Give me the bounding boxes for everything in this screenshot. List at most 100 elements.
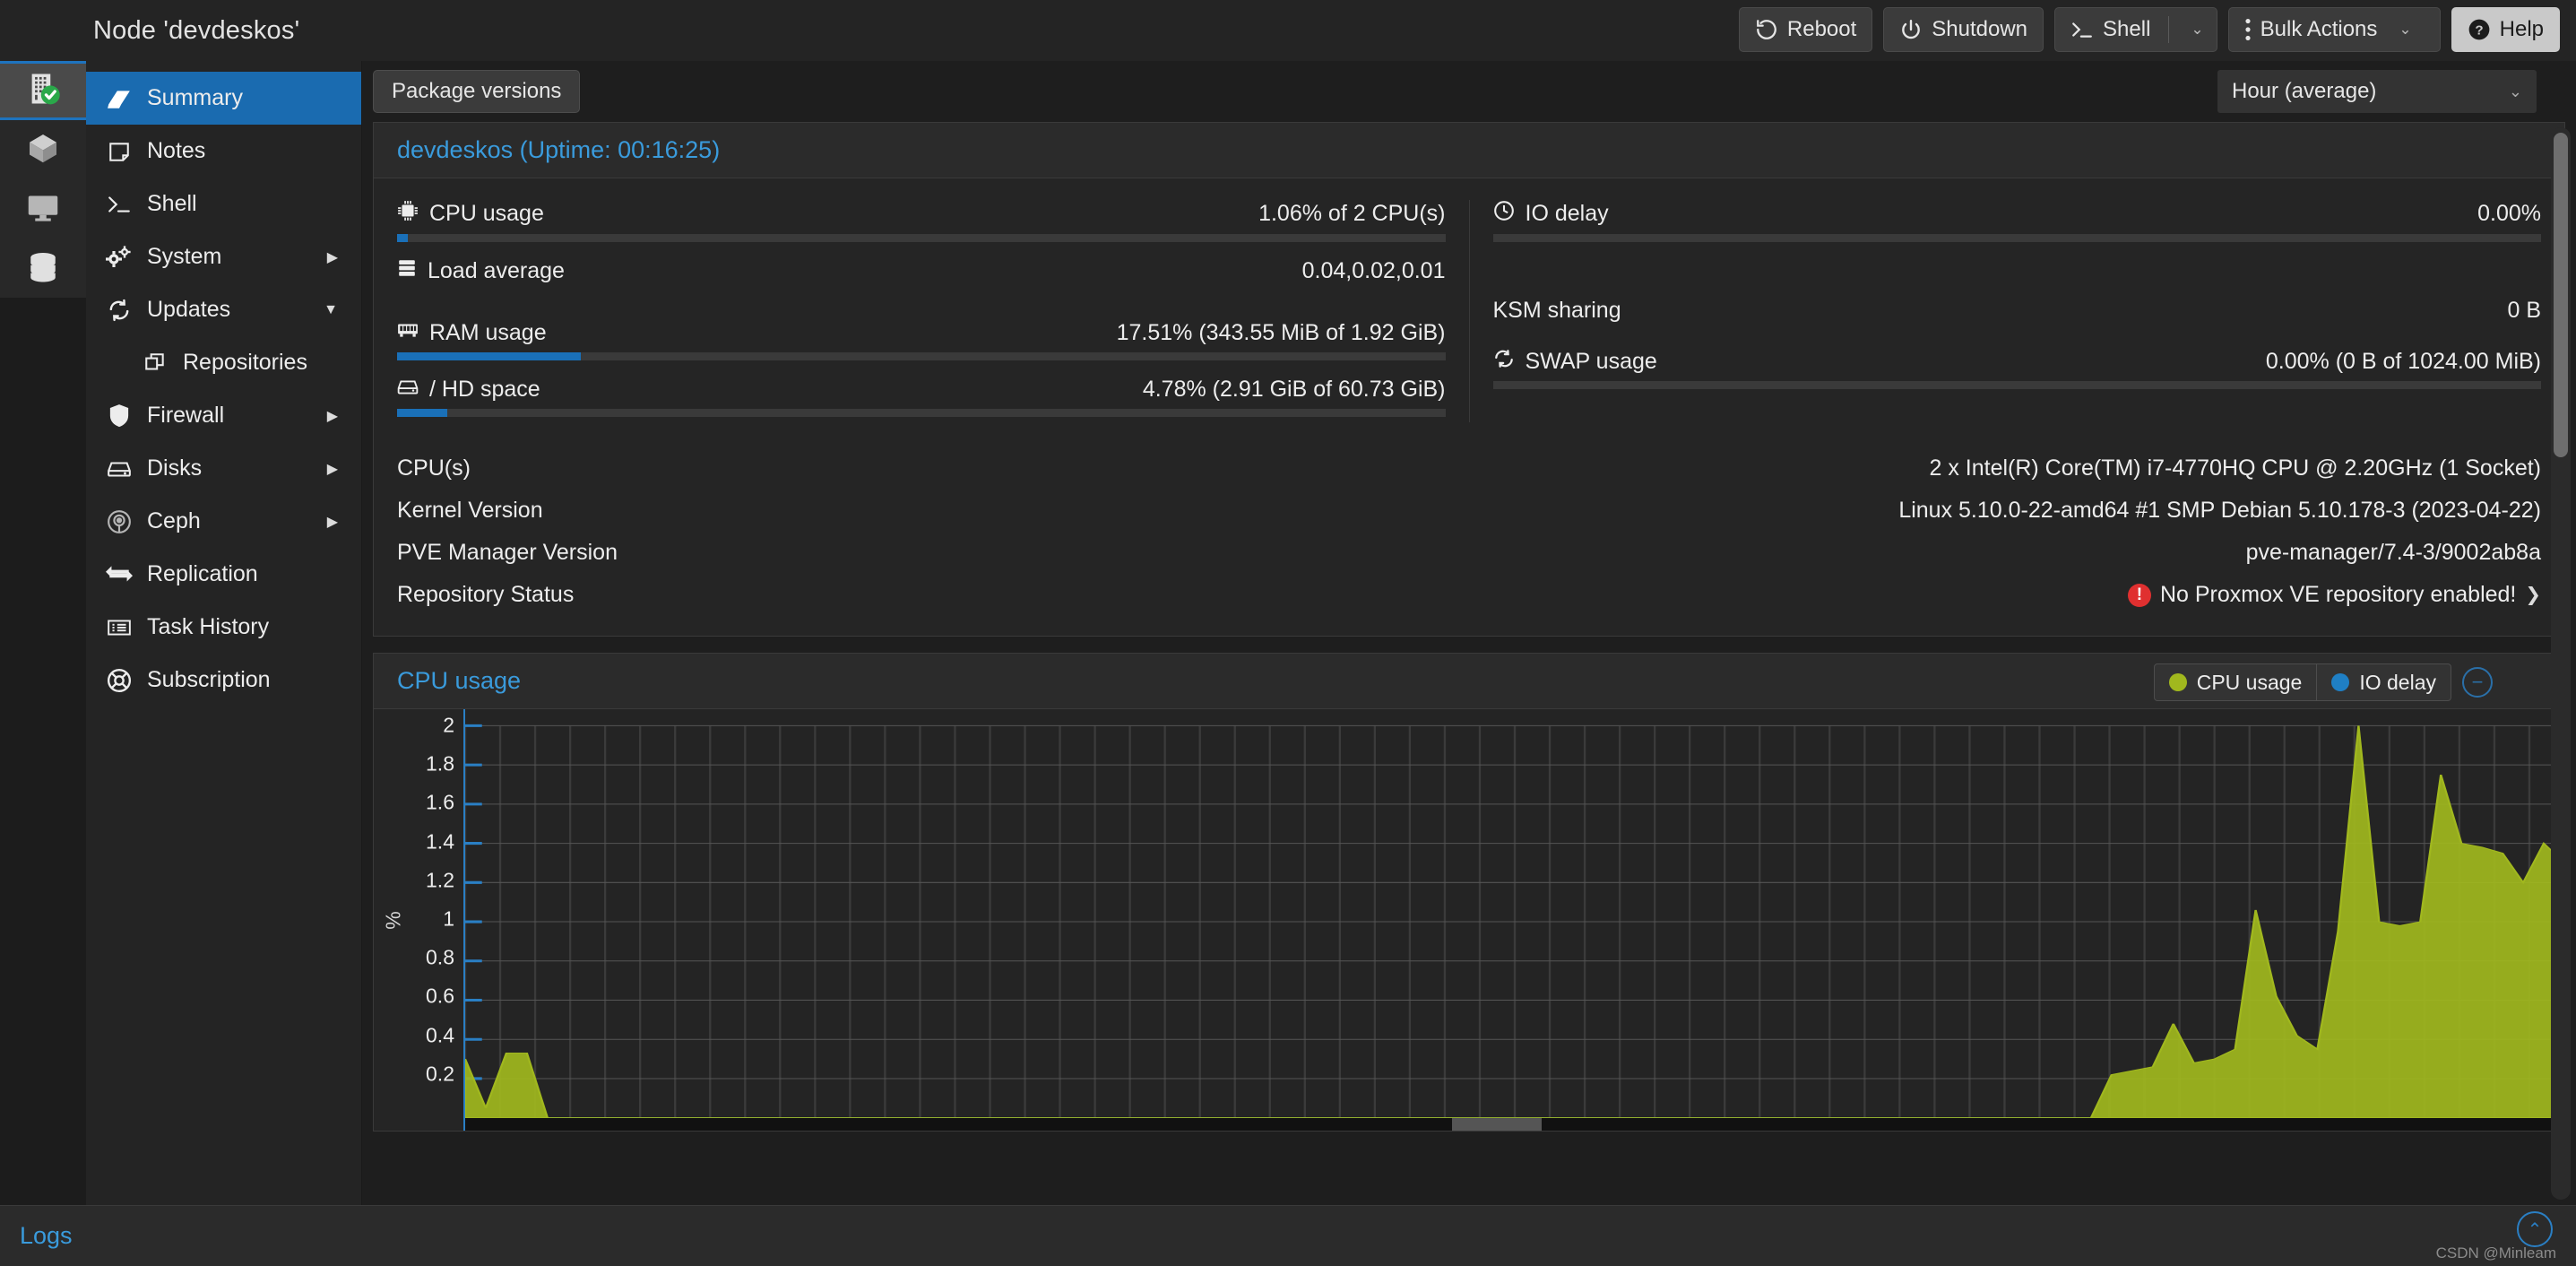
info-row-repository-status[interactable]: Repository Status ! No Proxmox VE reposi… xyxy=(397,574,2541,616)
page-scrollbar-thumb xyxy=(2554,133,2568,457)
chart-y-axis-label: % xyxy=(381,911,405,930)
help-button[interactable]: ? Help xyxy=(2451,7,2560,52)
sidebar-item-shell[interactable]: Shell xyxy=(86,178,361,230)
legend-item-io-delay[interactable]: IO delay xyxy=(2316,664,2451,700)
kebab-icon xyxy=(2244,18,2252,41)
status-column-right: IO delay 0.00% KSM sharing 0 B SWAP usag… xyxy=(1468,200,2565,422)
stat-cpu-usage: CPU usage 1.06% of 2 CPU(s) xyxy=(397,200,1446,242)
sidebar-item-label: Replication xyxy=(147,561,258,586)
stat-value-text: 17.51% (343.55 MiB of 1.92 GiB) xyxy=(1116,320,1446,345)
sidebar-item-label: System xyxy=(147,244,222,269)
content-toolbar: Package versions Hour (average) ⌄ xyxy=(362,61,2576,122)
package-versions-button[interactable]: Package versions xyxy=(373,70,581,113)
info-value: 2 x Intel(R) Core(TM) i7-4770HQ CPU @ 2.… xyxy=(1929,455,2541,481)
info-value: Linux 5.10.0-22-amd64 #1 SMP Debian 5.10… xyxy=(1898,498,2541,523)
stat-label-text: RAM usage xyxy=(429,320,547,345)
io-delay-bar xyxy=(1492,234,2541,242)
sidebar-item-ceph[interactable]: Ceph ▶ xyxy=(86,495,361,548)
stat-value-text: 0.00% xyxy=(2477,201,2541,226)
stat-label-text: Load average xyxy=(428,258,565,283)
chart-y-tick: 1.6 xyxy=(426,790,454,814)
stat-io-delay: IO delay 0.00% xyxy=(1492,200,2541,242)
shell-button[interactable]: Shell ⌄ xyxy=(2054,7,2217,52)
proxmox-node-summary-page: Node 'devdeskos' Reboot Shutdown Shell ⌄… xyxy=(0,0,2576,1266)
ram-icon xyxy=(397,320,419,346)
chart-y-tick: 1.2 xyxy=(426,868,454,892)
chevron-right-icon[interactable]: ❯ xyxy=(2525,584,2541,606)
rail-item-monitor[interactable] xyxy=(0,179,86,238)
logs-bar: Logs ⌃ CSDN @Minleam xyxy=(0,1205,2576,1266)
page-scrollbar[interactable] xyxy=(2551,127,2571,1200)
info-label: PVE Manager Version xyxy=(397,540,618,565)
rail-item-datacenter[interactable] xyxy=(0,61,86,120)
status-panel-header: devdeskos (Uptime: 00:16:25) xyxy=(374,123,2564,178)
help-label: Help xyxy=(2499,17,2544,41)
terminal-icon xyxy=(106,194,133,215)
sidebar-item-replication[interactable]: Replication xyxy=(86,548,361,601)
sidebar-item-subscription[interactable]: Subscription xyxy=(86,654,361,707)
ceph-icon xyxy=(106,509,133,534)
error-icon: ! xyxy=(2127,583,2151,607)
time-range-select[interactable]: Hour (average) ⌄ xyxy=(2217,70,2537,113)
logs-title: Logs xyxy=(20,1222,73,1249)
hdd-icon xyxy=(397,377,419,403)
sidebar-item-label: Disks xyxy=(147,455,203,481)
info-value: No Proxmox VE repository enabled! xyxy=(2159,582,2517,607)
reboot-button[interactable]: Reboot xyxy=(1738,7,1873,52)
replication-icon xyxy=(106,564,133,585)
info-row-kernel-version: Kernel Version Linux 5.10.0-22-amd64 #1 … xyxy=(397,490,2541,532)
expand-logs-button[interactable]: ⌃ xyxy=(2517,1211,2553,1247)
swap-icon xyxy=(1493,349,1515,375)
sidebar-item-label: Shell xyxy=(147,191,197,216)
info-label: CPU(s) xyxy=(397,455,471,481)
swap-usage-bar xyxy=(1492,381,2541,389)
rail-item-cube[interactable] xyxy=(0,120,86,179)
chevron-down-icon[interactable]: ⌄ xyxy=(2178,21,2216,39)
question-icon: ? xyxy=(2468,18,2491,41)
sidebar-item-task-history[interactable]: Task History xyxy=(86,601,361,654)
sidebar-item-disks[interactable]: Disks ▶ xyxy=(86,442,361,495)
package-versions-label: Package versions xyxy=(392,79,562,103)
chart-y-tick: 1.4 xyxy=(426,829,454,854)
chart-legend: CPU usage IO delay − xyxy=(2153,663,2493,701)
legend-label: IO delay xyxy=(2359,670,2436,694)
stat-ksm-sharing: KSM sharing 0 B xyxy=(1493,298,2542,324)
sidebar-item-label: Task History xyxy=(147,614,270,639)
sidebar-item-firewall[interactable]: Firewall ▶ xyxy=(86,389,361,442)
sidebar-item-label: Subscription xyxy=(147,667,271,692)
chevron-down-icon: ⌄ xyxy=(2508,82,2522,100)
status-panel-title: devdeskos (Uptime: 00:16:25) xyxy=(397,136,721,163)
sidebar-item-notes[interactable]: Notes xyxy=(86,125,361,178)
legend-item-cpu-usage[interactable]: CPU usage xyxy=(2155,664,2317,700)
rail-item-storage[interactable] xyxy=(0,238,86,298)
content-scroll-region[interactable]: devdeskos (Uptime: 00:16:25) CPU usage 1… xyxy=(362,122,2576,1205)
shutdown-button[interactable]: Shutdown xyxy=(1883,7,2044,52)
gears-icon xyxy=(106,245,133,270)
system-info-list: CPU(s) 2 x Intel(R) Core(TM) i7-4770HQ C… xyxy=(374,442,2564,636)
info-label: Kernel Version xyxy=(397,498,543,523)
chart-horizontal-scrollbar[interactable] xyxy=(465,1118,2564,1131)
info-row-pve-manager-version: PVE Manager Version pve-manager/7.4-3/90… xyxy=(397,532,2541,574)
sidebar-item-label: Firewall xyxy=(147,403,225,428)
chart-panel-header: CPU usage CPU usage IO delay − xyxy=(374,654,2564,709)
collapse-chart-button[interactable]: − xyxy=(2462,667,2493,698)
sidebar-item-repositories[interactable]: Repositories xyxy=(86,336,361,389)
info-label: Repository Status xyxy=(397,582,575,607)
chevron-down-icon: ⌄ xyxy=(2399,21,2412,38)
stat-label-text: / HD space xyxy=(429,377,540,402)
sidebar-item-label: Updates xyxy=(147,297,231,322)
content-area: Package versions Hour (average) ⌄ devdes… xyxy=(362,61,2576,1205)
chart-y-tick: 0.2 xyxy=(426,1062,454,1086)
sidebar-item-updates[interactable]: Updates ▼ xyxy=(86,283,361,336)
bulk-actions-button[interactable]: Bulk Actions ⌄ xyxy=(2227,7,2441,52)
chart-y-tick: 1 xyxy=(443,906,454,931)
chart-y-tick: 1.8 xyxy=(426,751,454,776)
chart-svg xyxy=(465,724,2564,1119)
sidebar-item-system[interactable]: System ▶ xyxy=(86,230,361,283)
legend-label: CPU usage xyxy=(2196,670,2303,694)
stat-value-text: 0.00% (0 B of 1024.00 MiB) xyxy=(2265,349,2541,374)
sidebar-item-summary[interactable]: Summary xyxy=(86,72,361,125)
info-value: pve-manager/7.4-3/9002ab8a xyxy=(2245,540,2541,565)
stat-load-average: Load average 0.04,0.02,0.01 xyxy=(397,258,1446,284)
chart-scroll-thumb xyxy=(1451,1118,1542,1131)
